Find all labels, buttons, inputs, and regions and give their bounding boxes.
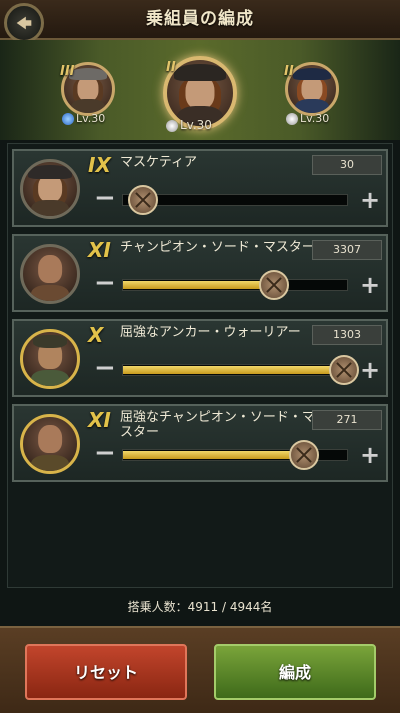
- crew-row: XI 屈強なチャンピオン・ソード・マスター 271 − +: [12, 404, 388, 482]
- slider-knob[interactable]: [259, 270, 289, 300]
- crew-level-1: Lv.30: [62, 112, 105, 125]
- count-slider[interactable]: [122, 440, 348, 470]
- decrease-button[interactable]: −: [94, 355, 116, 381]
- rank-numeral: IX: [88, 153, 111, 177]
- decrease-button[interactable]: −: [94, 440, 116, 466]
- rank-numeral: XI: [88, 408, 111, 432]
- crew-rank-1: III: [60, 64, 75, 79]
- blue-orb-icon: [62, 113, 74, 125]
- crew-row: IX マスケティア 30 − +: [12, 149, 388, 227]
- slider-fill: [123, 366, 343, 374]
- crew-avatar: [20, 159, 80, 219]
- page-title: 乗組員の編成: [146, 9, 254, 29]
- white-orb-icon: [166, 119, 178, 132]
- slider-knob[interactable]: [128, 185, 158, 215]
- crew-row: X 屈強なアンカー・ウォーリアー 1303 − +: [12, 319, 388, 397]
- white-orb-icon: [286, 113, 298, 125]
- reset-button[interactable]: リセット: [25, 644, 187, 700]
- slider-knob[interactable]: [289, 440, 319, 470]
- crew-slot-2[interactable]: II Lv.30: [160, 56, 240, 138]
- decrease-button[interactable]: −: [94, 185, 116, 211]
- crew-banner: III Lv.30 II Lv.30 II Lv.30: [0, 40, 400, 140]
- slider-fill: [123, 281, 274, 289]
- unit-count-field[interactable]: 1303: [312, 325, 382, 345]
- crew-avatar: [20, 414, 80, 474]
- count-slider[interactable]: [122, 355, 359, 385]
- crew-level-2: Lv.30: [166, 118, 212, 132]
- unit-count-field[interactable]: 30: [312, 155, 382, 175]
- crew-level-3: Lv.30: [286, 112, 329, 125]
- crew-row: XI チャンピオン・ソード・マスター 3307 − +: [12, 234, 388, 312]
- slider-knob[interactable]: [329, 355, 359, 385]
- crew-slot-3[interactable]: II Lv.30: [282, 62, 342, 142]
- action-bar: リセット 編成: [0, 626, 400, 713]
- rank-numeral: XI: [88, 238, 111, 262]
- slider-fill: [123, 451, 303, 459]
- crew-rank-3: II: [284, 64, 294, 79]
- unit-count-field[interactable]: 271: [312, 410, 382, 430]
- header-bar: 乗組員の編成: [0, 0, 400, 43]
- crew-count-status: 搭乗人数：4911 / 4944名: [127, 600, 273, 614]
- count-slider[interactable]: [122, 270, 348, 300]
- unit-name: チャンピオン・ソード・マスター: [120, 240, 315, 255]
- increase-button[interactable]: +: [360, 443, 380, 467]
- count-slider[interactable]: [122, 185, 348, 215]
- crew-slot-1[interactable]: III Lv.30: [58, 62, 118, 142]
- unit-name: マスケティア: [120, 155, 197, 170]
- confirm-button[interactable]: 編成: [214, 644, 376, 700]
- increase-button[interactable]: +: [360, 188, 380, 212]
- crew-avatar: [20, 329, 80, 389]
- crew-avatar: [20, 244, 80, 304]
- unit-count-field[interactable]: 3307: [312, 240, 382, 260]
- decrease-button[interactable]: −: [94, 270, 116, 296]
- crew-rank-2: II: [166, 60, 176, 75]
- rank-numeral: X: [88, 323, 104, 347]
- unit-name: 屈強なチャンピオン・ソード・マスター: [120, 410, 315, 440]
- unit-name: 屈強なアンカー・ウォーリアー: [120, 325, 301, 340]
- increase-button[interactable]: +: [360, 273, 380, 297]
- increase-button[interactable]: +: [360, 358, 380, 382]
